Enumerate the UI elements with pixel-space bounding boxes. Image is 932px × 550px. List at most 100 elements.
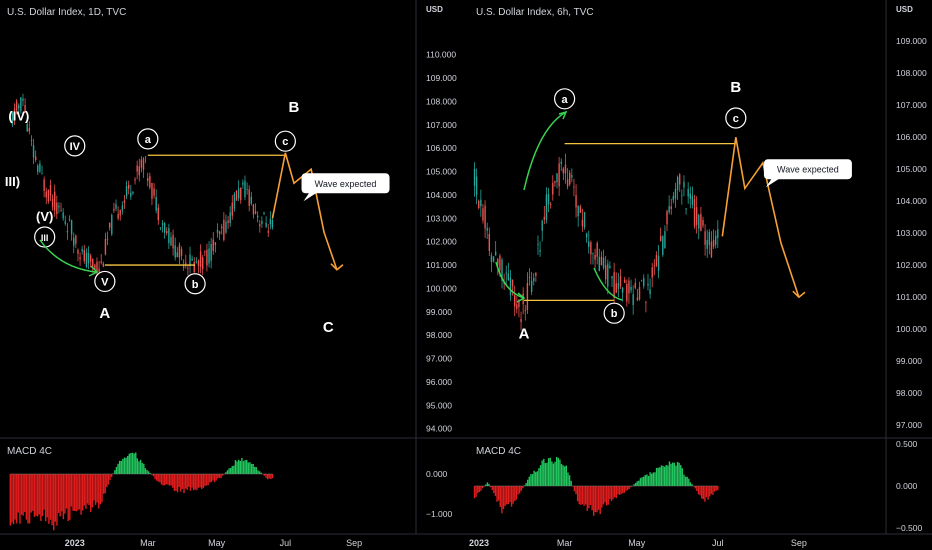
left-candle-body <box>157 207 159 221</box>
right-macd-bar <box>559 459 561 486</box>
right-candle-body <box>666 211 668 225</box>
left-candle-body <box>153 188 155 196</box>
right-macd-bar <box>488 483 490 486</box>
left-macd-bar <box>159 474 161 483</box>
right-candle-body <box>539 250 541 252</box>
right-wave-label: a <box>562 94 569 106</box>
right-candle-body <box>537 243 539 245</box>
right-macd-bar <box>565 465 568 486</box>
right-candle-body <box>535 272 537 276</box>
right-macd-bar <box>646 474 648 486</box>
right-candle-body <box>619 276 622 287</box>
right-candle-body <box>706 239 708 249</box>
right-candle-body <box>514 295 516 307</box>
right-macd-bar <box>547 458 550 486</box>
left-macd-bar <box>19 474 21 524</box>
left-candle-body <box>248 189 250 206</box>
right-candle-body <box>520 318 522 323</box>
left-macd-bar <box>170 474 172 486</box>
right-macd-bar <box>713 486 716 492</box>
right-candle-body <box>708 231 711 245</box>
left-candle-body <box>216 229 219 233</box>
left-time-tick: 2023 <box>65 538 85 548</box>
left-candle-body <box>250 196 253 204</box>
right-macd-bar <box>604 486 606 503</box>
left-candle-body <box>142 158 145 170</box>
left-candle-body <box>130 192 132 197</box>
left-macd-bar <box>57 474 60 513</box>
right-macd-bar <box>541 460 543 486</box>
left-candle-body <box>244 180 246 198</box>
right-macd-bar <box>570 480 572 486</box>
left-price-tick: 101.000 <box>426 260 457 270</box>
right-macd-bar <box>663 466 666 486</box>
right-candle-body <box>638 287 641 300</box>
left-macd-bar <box>9 474 11 526</box>
right-macd-bar <box>478 486 481 493</box>
left-price-tick: 104.000 <box>426 190 457 200</box>
left-candle-body <box>231 202 233 216</box>
left-macd-bar <box>107 474 110 485</box>
left-macd-bar <box>38 474 40 515</box>
right-macd-bar <box>683 474 685 486</box>
right-candle-body <box>573 186 575 188</box>
left-candle-body <box>204 251 206 253</box>
left-macd-bar <box>184 474 187 489</box>
right-price-tick: 108.000 <box>896 68 927 78</box>
left-macd-bar <box>199 474 201 488</box>
left-wave-label: B <box>289 99 300 116</box>
right-macd-bar <box>509 486 511 503</box>
left-macd-bar <box>93 474 95 501</box>
chart-panel-left[interactable]: USD 110.000 109.000 108.000 107.000 106.000 10… <box>0 0 466 550</box>
right-macd-bar <box>625 486 627 491</box>
left-macd-bar <box>244 460 246 474</box>
left-candle-body <box>187 267 189 269</box>
right-candle-body <box>588 241 590 248</box>
left-candle-body <box>246 189 248 190</box>
chart-right-canvas[interactable]: USD 109.000 108.000 107.000 106.000 105.000 10… <box>466 0 932 550</box>
left-macd-tick: −1.000 <box>426 509 453 519</box>
right-candle-body <box>499 255 501 271</box>
chart-left-canvas[interactable]: USD 110.000 109.000 108.000 107.000 106.000 10… <box>0 0 466 550</box>
right-macd-bar <box>589 486 592 506</box>
left-candle-body <box>176 252 179 258</box>
left-candle-body <box>261 220 263 224</box>
right-candle-body <box>653 265 656 267</box>
left-macd-bar <box>270 474 272 479</box>
left-macd-bar <box>147 471 150 474</box>
left-candle-body <box>113 208 115 211</box>
left-candle-body <box>223 219 225 240</box>
right-candle-body <box>647 283 649 286</box>
left-macd-bar <box>33 474 36 517</box>
right-price-tick: 107.000 <box>896 100 927 110</box>
left-candle-body <box>252 204 255 215</box>
chart-panel-right[interactable]: USD 109.000 108.000 107.000 106.000 105.000 10… <box>466 0 932 550</box>
left-candle-body <box>77 249 79 254</box>
left-candle-body <box>28 128 31 132</box>
right-candle-body <box>545 194 548 220</box>
right-macd-bar <box>689 482 692 486</box>
right-candle-body <box>712 239 715 247</box>
right-wave-label: A <box>519 325 530 342</box>
left-macd-bar <box>231 466 233 474</box>
right-price-tick: 106.000 <box>896 132 927 142</box>
left-macd-bar <box>186 474 188 490</box>
left-candle-body <box>185 262 187 264</box>
right-candle-body <box>645 302 647 304</box>
right-candle-body <box>626 284 628 302</box>
right-time-tick: 2023 <box>469 538 489 548</box>
right-macd-bar <box>491 486 493 491</box>
right-candle-body <box>628 280 630 294</box>
left-macd-bar <box>255 467 258 474</box>
left-macd-bar <box>81 474 84 511</box>
right-candle-body <box>672 195 675 201</box>
right-macd-bar <box>647 475 650 486</box>
left-wave-label: (IV) <box>8 108 29 123</box>
left-macd-bar <box>178 474 180 488</box>
right-macd-bar <box>520 486 522 491</box>
right-candle-body <box>571 175 573 178</box>
left-candle-body <box>98 268 100 272</box>
left-macd-bar <box>127 455 129 474</box>
right-candle-body <box>562 168 565 174</box>
left-candle-body <box>108 222 111 228</box>
